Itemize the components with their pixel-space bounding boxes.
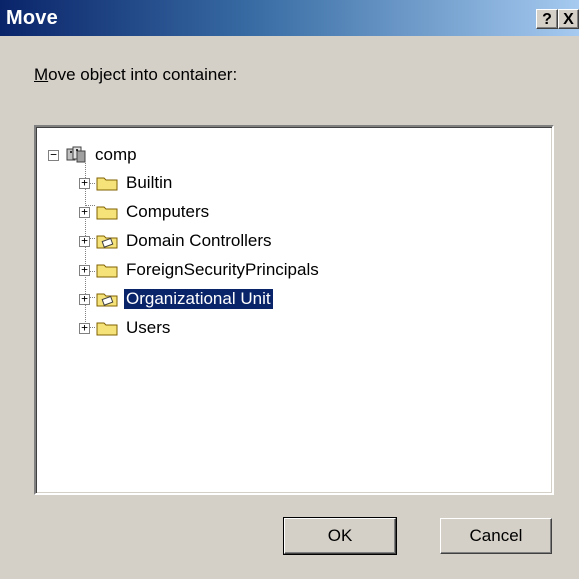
folder-icon <box>96 177 118 191</box>
tree-label: Users <box>126 318 171 337</box>
tree-item-organizational-unit[interactable]: + Organizational Unit <box>79 288 274 310</box>
help-button[interactable]: ? <box>536 9 558 29</box>
prompt-accelerator: M <box>34 65 49 84</box>
ou-folder-icon <box>96 293 118 307</box>
domain-icon <box>66 146 86 163</box>
ou-folder-icon <box>96 235 118 249</box>
tree-label: ForeignSecurityPrincipals <box>126 260 319 279</box>
tree-item-foreign-security-principals[interactable]: + ForeignSecurityPrincipals <box>79 259 321 281</box>
tree-label: Domain Controllers <box>126 231 272 250</box>
cancel-button[interactable]: Cancel <box>440 518 552 554</box>
window-title: Move <box>6 7 58 29</box>
container-tree[interactable]: − comp + Builtin + Computers + Domain Co… <box>34 125 554 495</box>
expand-toggle[interactable]: + <box>79 264 90 276</box>
collapse-toggle[interactable]: − <box>48 149 59 161</box>
expand-toggle[interactable]: + <box>79 177 90 189</box>
folder-icon <box>96 322 118 336</box>
tree-item-domain-controllers[interactable]: + Domain Controllers <box>79 230 274 252</box>
tree-item-builtin[interactable]: + Builtin <box>79 172 174 194</box>
ok-button[interactable]: OK <box>283 517 397 555</box>
tree-label-selected: Organizational Unit <box>123 288 274 310</box>
folder-icon <box>96 206 118 220</box>
expand-toggle[interactable]: + <box>79 206 90 218</box>
expand-toggle[interactable]: + <box>79 235 90 247</box>
tree-label: Builtin <box>126 173 173 192</box>
close-button[interactable]: X <box>558 9 579 29</box>
tree-label: Computers <box>126 202 210 221</box>
tree-label-comp: comp <box>95 145 137 164</box>
tree-item-computers[interactable]: + Computers <box>79 201 211 223</box>
title-bar[interactable]: Move ? X <box>0 0 579 36</box>
prompt-text: ove object into container: <box>48 65 238 84</box>
prompt-label: Move object into container: <box>34 65 237 85</box>
expand-toggle[interactable]: + <box>79 293 90 305</box>
tree-root-comp[interactable]: − comp <box>48 144 139 166</box>
tree-item-users[interactable]: + Users <box>79 317 172 339</box>
expand-toggle[interactable]: + <box>79 322 90 334</box>
folder-icon <box>96 264 118 278</box>
